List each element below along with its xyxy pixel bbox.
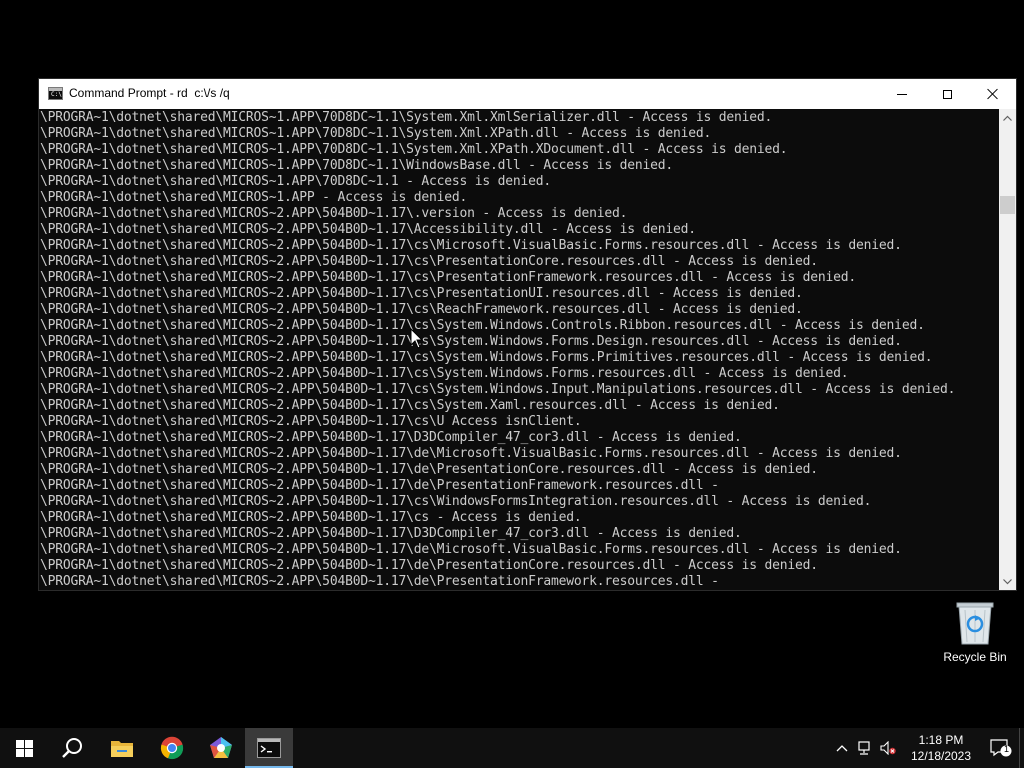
taskbar: 1:18 PM 12/18/2023 1 — [0, 728, 1024, 768]
console-line: \PROGRA~1\dotnet\shared\MICROS~2.APP\504… — [40, 382, 956, 397]
console-line: \PROGRA~1\dotnet\shared\MICROS~1.APP\70D… — [40, 142, 788, 157]
system-tray: 1:18 PM 12/18/2023 1 — [834, 728, 1024, 768]
console-line: \PROGRA~1\dotnet\shared\MICROS~2.APP\504… — [40, 430, 742, 445]
command-prompt-taskbar-button[interactable] — [245, 728, 293, 768]
chevron-up-icon — [1003, 115, 1012, 121]
clock-time: 1:18 PM — [918, 733, 964, 747]
minimize-button[interactable] — [879, 79, 925, 109]
show-hidden-icons-button[interactable] — [834, 740, 850, 756]
console-line: \PROGRA~1\dotnet\shared\MICROS~2.APP\504… — [40, 366, 849, 381]
console-line: \PROGRA~1\dotnet\shared\MICROS~2.APP\504… — [40, 222, 696, 237]
notification-count: 1 — [1003, 744, 1009, 754]
network-icon[interactable] — [856, 740, 872, 756]
start-button[interactable] — [0, 728, 48, 768]
scroll-up-button[interactable] — [999, 109, 1016, 126]
console-line: \PROGRA~1\dotnet\shared\MICROS~2.APP\504… — [40, 510, 582, 525]
search-button[interactable] — [48, 728, 96, 768]
chrome-button[interactable] — [148, 728, 196, 768]
console-line: \PROGRA~1\dotnet\shared\MICROS~1.APP\70D… — [40, 174, 551, 189]
console-line: \PROGRA~1\dotnet\shared\MICROS~2.APP\504… — [40, 494, 872, 509]
console-line: \PROGRA~1\dotnet\shared\MICROS~2.APP\504… — [40, 558, 818, 573]
console-line: \PROGRA~1\dotnet\shared\MICROS~1.APP - A… — [40, 190, 468, 205]
chevron-up-icon — [836, 745, 848, 752]
console-line: \PROGRA~1\dotnet\shared\MICROS~2.APP\504… — [40, 334, 902, 349]
console-output[interactable]: \PROGRA~1\dotnet\shared\MICROS~1.APP\70D… — [39, 109, 999, 590]
show-desktop-button[interactable] — [1019, 728, 1024, 768]
minimize-icon — [897, 93, 907, 95]
recycle-bin-label: Recycle Bin — [943, 650, 1007, 664]
command-prompt-window[interactable]: C:\ Command Prompt - rd c:\/s /q \PROGRA… — [39, 79, 1016, 590]
chevron-down-icon — [1003, 578, 1012, 584]
desktop: C:\ Command Prompt - rd c:\/s /q \PROGRA… — [0, 0, 1024, 728]
maximize-button[interactable] — [924, 79, 970, 109]
console-line: \PROGRA~1\dotnet\shared\MICROS~2.APP\504… — [40, 542, 902, 557]
console-line: \PROGRA~1\dotnet\shared\MICROS~2.APP\504… — [40, 526, 742, 541]
console-line: \PROGRA~1\dotnet\shared\MICROS~2.APP\504… — [40, 414, 582, 429]
scroll-down-button[interactable] — [999, 573, 1016, 590]
windows-logo-icon — [15, 739, 33, 757]
scroll-thumb[interactable] — [1000, 196, 1015, 214]
console-line: \PROGRA~1\dotnet\shared\MICROS~2.APP\504… — [40, 238, 902, 253]
volume-muted-icon[interactable] — [880, 740, 896, 756]
file-explorer-button[interactable] — [98, 728, 146, 768]
chrome-icon — [160, 736, 184, 760]
console-line: \PROGRA~1\dotnet\shared\MICROS~1.APP\70D… — [40, 110, 773, 125]
action-center-button[interactable]: 1 — [990, 739, 1012, 757]
recycle-bin-icon — [956, 602, 994, 645]
folder-icon — [111, 741, 133, 757]
console-line: \PROGRA~1\dotnet\shared\MICROS~2.APP\504… — [40, 398, 780, 413]
console-line: \PROGRA~1\dotnet\shared\MICROS~2.APP\504… — [40, 446, 902, 461]
cmd-icon — [257, 738, 281, 758]
console-line: \PROGRA~1\dotnet\shared\MICROS~2.APP\504… — [40, 286, 803, 301]
console-line: \PROGRA~1\dotnet\shared\MICROS~2.APP\504… — [40, 350, 933, 365]
maximize-icon — [942, 89, 952, 99]
close-icon — [987, 88, 999, 100]
cmd-icon[interactable]: C:\ — [48, 87, 63, 100]
title-bar[interactable]: C:\ Command Prompt - rd c:\/s /q — [39, 79, 1016, 109]
console-line: \PROGRA~1\dotnet\shared\MICROS~2.APP\504… — [40, 254, 818, 269]
pentagon-app-icon — [210, 737, 232, 758]
close-button[interactable] — [970, 79, 1016, 109]
recycle-bin[interactable]: Recycle Bin — [938, 600, 1012, 672]
console-line: \PROGRA~1\dotnet\shared\MICROS~2.APP\504… — [40, 478, 719, 493]
pinned-app-button[interactable] — [197, 728, 245, 768]
volume-muted-icon — [880, 741, 896, 755]
console-line: \PROGRA~1\dotnet\shared\MICROS~2.APP\504… — [40, 574, 719, 589]
vertical-scrollbar[interactable] — [999, 109, 1016, 590]
mouse-pointer-icon — [410, 328, 424, 349]
console-line: \PROGRA~1\dotnet\shared\MICROS~1.APP\70D… — [40, 158, 674, 173]
search-icon — [62, 738, 82, 758]
console-line: \PROGRA~1\dotnet\shared\MICROS~1.APP\70D… — [40, 126, 712, 141]
console-line: \PROGRA~1\dotnet\shared\MICROS~2.APP\504… — [40, 302, 803, 317]
console-lines: \PROGRA~1\dotnet\shared\MICROS~1.APP\70D… — [40, 110, 955, 590]
console-line: \PROGRA~1\dotnet\shared\MICROS~2.APP\504… — [40, 270, 857, 285]
clock[interactable]: 1:18 PM 12/18/2023 — [906, 732, 976, 764]
window-title: Command Prompt - rd c:\/s /q — [69, 86, 230, 100]
clock-date: 12/18/2023 — [910, 749, 972, 763]
network-icon — [858, 741, 870, 755]
console-line: \PROGRA~1\dotnet\shared\MICROS~2.APP\504… — [40, 206, 628, 221]
console-line: \PROGRA~1\dotnet\shared\MICROS~2.APP\504… — [40, 318, 925, 333]
console-line: \PROGRA~1\dotnet\shared\MICROS~2.APP\504… — [40, 462, 818, 477]
